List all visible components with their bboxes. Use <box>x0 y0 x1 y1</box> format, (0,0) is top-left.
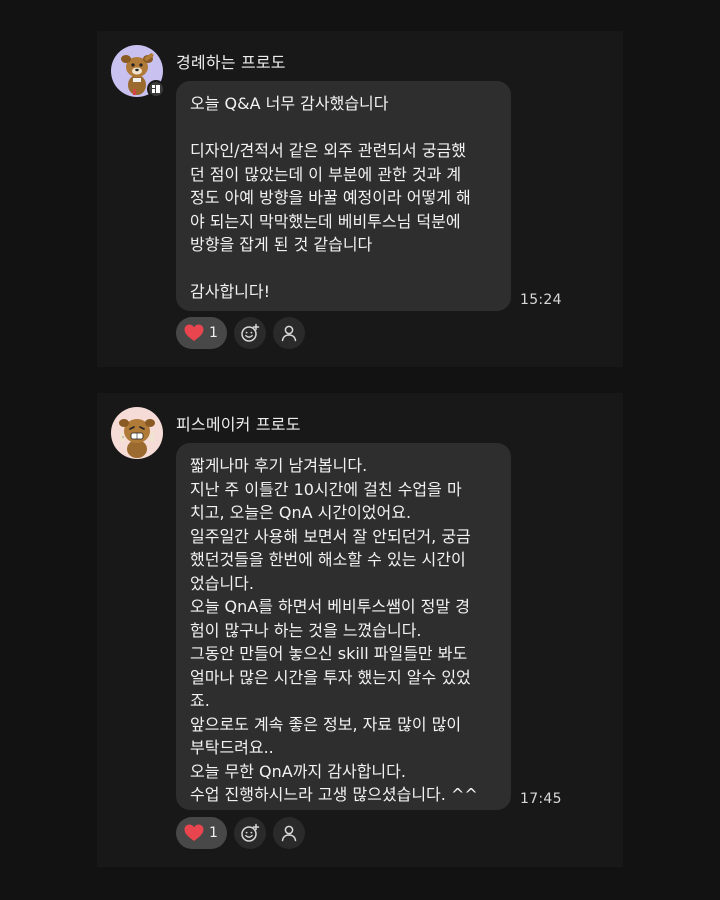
message-line: 얼마나 많은 시간을 투자 했는지 알수 있었 <box>190 667 471 687</box>
reaction-bar: 1 <box>176 817 305 849</box>
message-bubble[interactable]: 짧게나마 후기 남겨봅니다. 지난 주 이틀간 10시간에 걸친 수업을 마 치… <box>176 443 511 810</box>
message-line: 그동안 만들어 놓으신 skill 파일들만 봐도 <box>190 644 468 663</box>
heart-icon <box>184 324 204 341</box>
message-line: 죠. <box>190 691 210 710</box>
reaction-count: 1 <box>209 325 218 341</box>
message-line: 했던것들을 한번에 해소할 수 있는 시간이 <box>190 550 466 569</box>
message-line: 앞으로도 계속 좋은 정보, 자료 많이 많이 <box>190 714 462 734</box>
app-badge-icon <box>147 80 165 98</box>
message-timestamp: 17:45 <box>520 791 562 807</box>
add-emoji-icon <box>241 823 260 842</box>
message-line: 던 점이 많았는데 이 부분에 관한 것과 계 <box>190 164 462 184</box>
message-line: 었습니다. <box>190 573 254 593</box>
message-line: 정도 아예 방향을 바꿀 예정이라 어떻게 해 <box>190 188 471 207</box>
view-reactors-button[interactable] <box>272 317 305 349</box>
message-line <box>190 257 497 281</box>
message-line: 오늘 QnA를 하면서 베비투스쌤이 정말 경 <box>190 597 470 616</box>
message-line: 수업 진행하시느라 고생 많으셨습니다. ^^ <box>190 785 478 804</box>
message-bubble[interactable]: 오늘 Q&A 너무 감사했습니다 디자인/견적서 같은 외주 관련되서 궁금했 … <box>176 81 511 311</box>
message-card: 피스메이커 프로도 짧게나마 후기 남겨봅니다. 지난 주 이틀간 10시간에 … <box>97 393 623 867</box>
person-icon <box>281 325 297 342</box>
message-card: 경례하는 프로도 오늘 Q&A 너무 감사했습니다 디자인/견적서 같은 외주 … <box>97 31 623 367</box>
view-reactors-button[interactable] <box>272 817 305 849</box>
message-line: 야 되는지 막막했는데 베비투스님 덕분에 <box>190 211 461 231</box>
message-line: 디자인/견적서 같은 외주 관련되서 궁금했 <box>190 141 466 160</box>
message-line: 험이 많구나 하는 것을 느꼈습니다. <box>190 620 422 640</box>
message-line: 지난 주 이틀간 10시간에 걸친 수업을 마 <box>190 479 462 499</box>
sender-name[interactable]: 경례하는 프로도 <box>176 49 286 73</box>
avatar[interactable] <box>111 407 163 459</box>
person-icon <box>281 825 297 842</box>
add-emoji-icon <box>241 323 260 342</box>
sender-name[interactable]: 피스메이커 프로도 <box>176 411 301 435</box>
message-line <box>190 116 497 140</box>
message-line: 오늘 무한 QnA까지 감사합니다. <box>190 761 406 781</box>
add-reaction-button[interactable] <box>233 817 266 849</box>
peace-sign-dog-icon <box>119 419 155 458</box>
message-line: 치고, 오늘은 QnA 시간이었어요. <box>190 503 412 522</box>
heart-icon <box>184 824 204 841</box>
reaction-bar: 1 <box>176 317 305 349</box>
message-line: 감사합니다! <box>190 282 271 301</box>
message-line: 일주일간 사용해 보면서 잘 안되던거, 궁금 <box>190 526 471 546</box>
message-timestamp: 15:24 <box>520 292 562 308</box>
message-line: 방향을 잡게 된 것 같습니다 <box>190 235 373 254</box>
add-reaction-button[interactable] <box>233 317 266 349</box>
heart-reaction-button[interactable]: 1 <box>176 317 227 349</box>
message-line: 부탁드려요.. <box>190 738 274 757</box>
heart-reaction-button[interactable]: 1 <box>176 817 227 849</box>
message-line: 짧게나마 후기 남겨봅니다. <box>190 456 368 475</box>
message-line: 오늘 Q&A 너무 감사했습니다 <box>190 94 389 113</box>
reaction-count: 1 <box>209 825 218 841</box>
